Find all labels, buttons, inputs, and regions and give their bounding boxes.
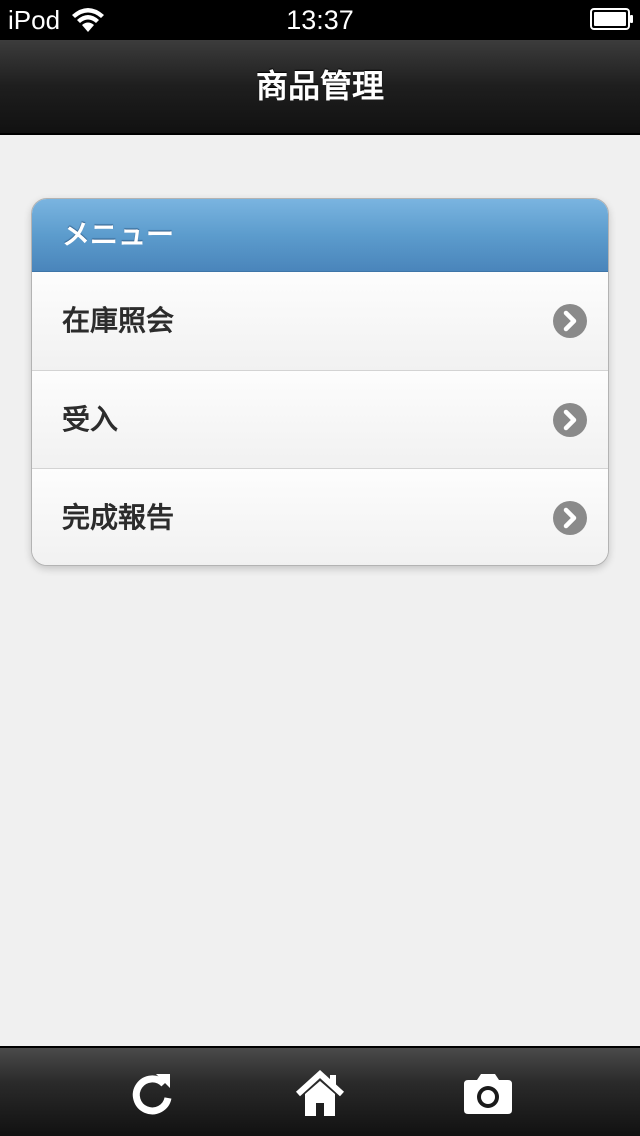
page-title: 商品管理 [255,67,384,105]
menu-divider-label: メニュー [62,218,175,251]
menu-item-completion-report[interactable]: 完成報告 [32,468,608,565]
status-bar: iPod 13:37 [0,0,640,40]
reload-button[interactable] [124,1066,180,1122]
camera-button[interactable] [460,1066,516,1122]
home-button[interactable] [292,1066,348,1122]
reload-icon [132,1074,172,1115]
battery-icon [590,8,633,30]
menu-item-label: 受入 [62,403,119,436]
bottom-toolbar [0,1046,640,1136]
chevron-right-circle-icon [553,501,587,535]
app-header: 商品管理 [0,40,640,135]
home-icon [295,1069,345,1116]
camera-icon [464,1074,512,1114]
chevron-right-circle-icon [553,403,587,437]
menu-item-inventory-inquiry[interactable]: 在庫照会 [32,272,608,370]
app-screen: iPod 13:37 商品管理 メニュー 在庫照会 受入 完成報告 [0,0,640,1136]
menu-item-receiving[interactable]: 受入 [32,370,608,468]
menu-item-label: 完成報告 [62,501,175,534]
menu-list-divider: メニュー [32,199,608,272]
chevron-right-circle-icon [553,304,587,338]
clock-label: 13:37 [286,5,354,35]
menu-list: メニュー 在庫照会 受入 完成報告 [31,198,609,566]
menu-item-label: 在庫照会 [62,304,175,337]
